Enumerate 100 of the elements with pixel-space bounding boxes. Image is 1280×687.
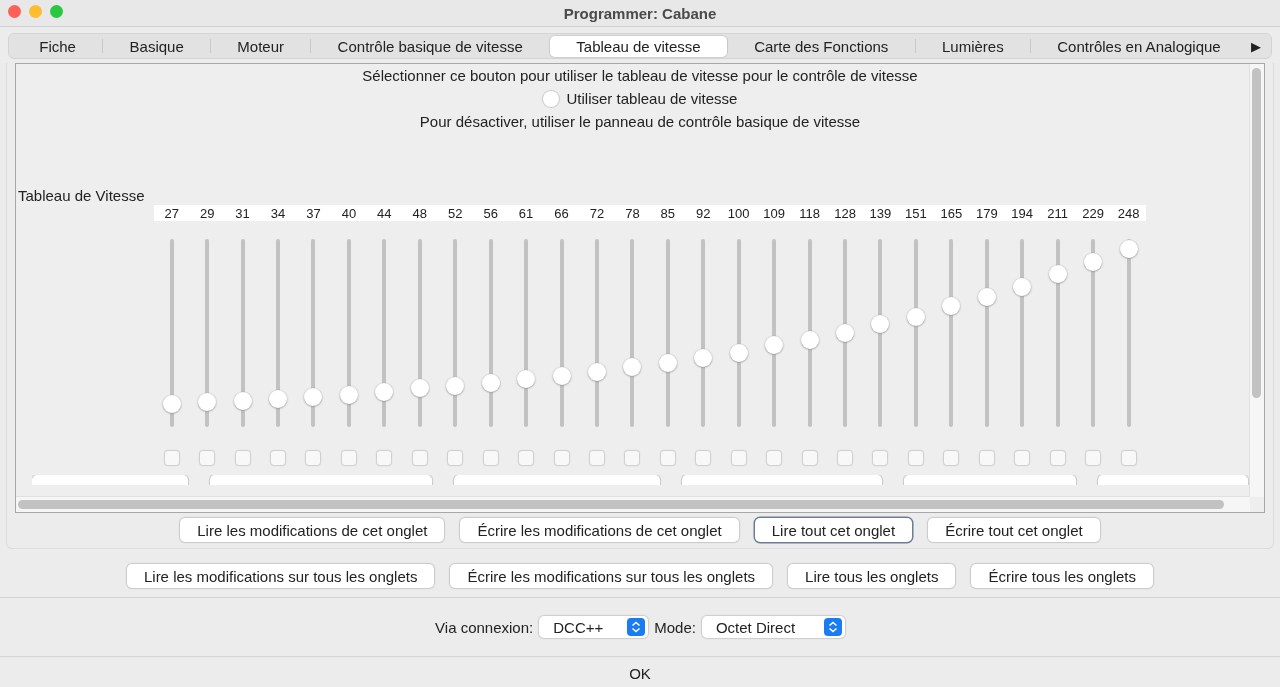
slider-thumb[interactable]: [446, 377, 465, 396]
checkbox[interactable]: [731, 451, 746, 465]
tab[interactable]: Contrôles en Analogique: [1030, 35, 1247, 57]
slider-thumb[interactable]: [871, 315, 890, 334]
step-value: 211: [1046, 205, 1069, 221]
checkbox[interactable]: [341, 451, 356, 465]
slider-thumb[interactable]: [410, 379, 429, 398]
checkbox[interactable]: [838, 451, 853, 465]
horizontal-scrollbar[interactable]: [18, 500, 1224, 509]
slider-thumb[interactable]: [304, 388, 323, 407]
slider-thumb[interactable]: [162, 395, 181, 414]
action-button[interactable]: Lire tout cet onglet: [754, 518, 913, 542]
slider-thumb[interactable]: [1084, 252, 1103, 271]
checkbox[interactable]: [164, 451, 179, 465]
zoom-button[interactable]: [50, 5, 63, 18]
tab[interactable]: Moteur: [211, 35, 311, 57]
checkbox[interactable]: [767, 451, 782, 465]
tab-scroll-arrow[interactable]: ▶: [1247, 38, 1265, 54]
checkbox[interactable]: [625, 451, 640, 465]
action-button[interactable]: Écrire tous les onglets: [971, 564, 1154, 588]
checkbox[interactable]: [1086, 451, 1101, 465]
table-title: Tableau de Vitesse: [17, 187, 146, 205]
action-button[interactable]: Lire les modifications sur tous les onglets: [126, 564, 435, 588]
checkbox[interactable]: [1015, 451, 1030, 465]
note-text: Pour désactiver, utiliser le panneau de contrôle basique de vitesse: [418, 112, 862, 132]
checkbox[interactable]: [554, 451, 569, 465]
checkbox[interactable]: [1121, 451, 1136, 465]
slider-thumb[interactable]: [587, 363, 606, 382]
checkbox[interactable]: [944, 451, 959, 465]
action-button[interactable]: Écrire tout cet onglet: [928, 518, 1100, 542]
tab[interactable]: Basique: [103, 35, 211, 57]
checkbox[interactable]: [873, 451, 888, 465]
step-value: 34: [269, 205, 287, 221]
slider-thumb[interactable]: [906, 307, 925, 326]
checkbox[interactable]: [235, 451, 250, 465]
ok-button[interactable]: OK: [621, 665, 659, 682]
slider-thumb[interactable]: [765, 336, 784, 355]
step-value: 48: [411, 205, 428, 221]
slider-thumb[interactable]: [836, 324, 855, 342]
checkbox[interactable]: [412, 451, 427, 465]
slider-thumb[interactable]: [375, 382, 394, 401]
action-button[interactable]: Écrire les modifications sur tous les onglets: [450, 564, 773, 588]
slider-thumb[interactable]: [800, 331, 819, 350]
slider-thumb[interactable]: [1119, 240, 1138, 259]
checkbox[interactable]: [271, 451, 286, 465]
tab[interactable]: Contrôle basique de vitesse: [311, 35, 550, 57]
slider-thumb[interactable]: [517, 370, 536, 389]
close-button[interactable]: [8, 5, 21, 18]
tab[interactable]: Lumières: [915, 35, 1030, 57]
slider-thumb[interactable]: [1048, 265, 1067, 284]
step-value: 31: [234, 205, 251, 221]
slider-thumb[interactable]: [729, 343, 748, 362]
slider-thumb[interactable]: [977, 288, 996, 307]
radio-label[interactable]: Utiliser tableau de vitesse: [566, 87, 738, 110]
slider-thumb[interactable]: [481, 373, 500, 392]
vertical-scrollbar[interactable]: [1252, 68, 1261, 398]
step-value: 27: [163, 205, 180, 221]
action-button[interactable]: Lire les modifications de cet onglet: [180, 518, 445, 542]
slider-thumb[interactable]: [1013, 277, 1032, 296]
checkbox[interactable]: [660, 451, 675, 465]
step-value: 229: [1081, 205, 1105, 221]
step-value: 85: [659, 205, 677, 221]
slider-thumb[interactable]: [694, 348, 713, 367]
slider-thumb[interactable]: [623, 357, 642, 376]
step-value: 109: [762, 205, 786, 221]
checkbox[interactable]: [306, 451, 321, 465]
checkbox[interactable]: [200, 451, 215, 465]
checkbox[interactable]: [519, 451, 534, 465]
slider-thumb[interactable]: [233, 391, 252, 410]
checkbox[interactable]: [448, 451, 463, 465]
window-title: Programmer: Cabane: [563, 4, 717, 22]
checkbox[interactable]: [908, 451, 923, 465]
checkbox[interactable]: [979, 451, 994, 465]
minimize-button[interactable]: [29, 5, 42, 18]
radio-button[interactable]: [542, 90, 559, 107]
connection-select[interactable]: DCC++: [539, 616, 649, 638]
action-button[interactable]: Écrire les modifications de cet onglet: [460, 518, 739, 542]
slider-thumb[interactable]: [269, 389, 288, 408]
step-value: 72: [588, 205, 606, 221]
slider-thumb[interactable]: [658, 354, 677, 373]
instruction-text: Sélectionner ce bouton pour utiliser le tableau de vitesse pour le contrôle de vitesse: [361, 66, 919, 86]
step-value: 78: [624, 205, 641, 221]
step-value: 37: [305, 205, 322, 221]
slider-thumb[interactable]: [339, 386, 358, 405]
step-value: 248: [1116, 205, 1141, 221]
checkbox[interactable]: [1050, 451, 1065, 465]
mode-select[interactable]: Octet Direct: [701, 616, 845, 638]
checkbox[interactable]: [696, 451, 711, 465]
checkbox[interactable]: [377, 451, 392, 465]
slider-thumb[interactable]: [942, 297, 961, 316]
checkbox[interactable]: [483, 451, 498, 465]
tab[interactable]: Carte des Fonctions: [727, 35, 915, 57]
checkbox[interactable]: [802, 451, 817, 465]
tab[interactable]: Fiche: [13, 35, 103, 57]
slider-thumb[interactable]: [198, 393, 217, 412]
step-value: 165: [939, 205, 964, 221]
checkbox[interactable]: [589, 451, 604, 465]
slider-thumb[interactable]: [552, 366, 571, 385]
action-button[interactable]: Lire tous les onglets: [788, 564, 956, 588]
tab[interactable]: Tableau de vitesse: [550, 35, 727, 57]
